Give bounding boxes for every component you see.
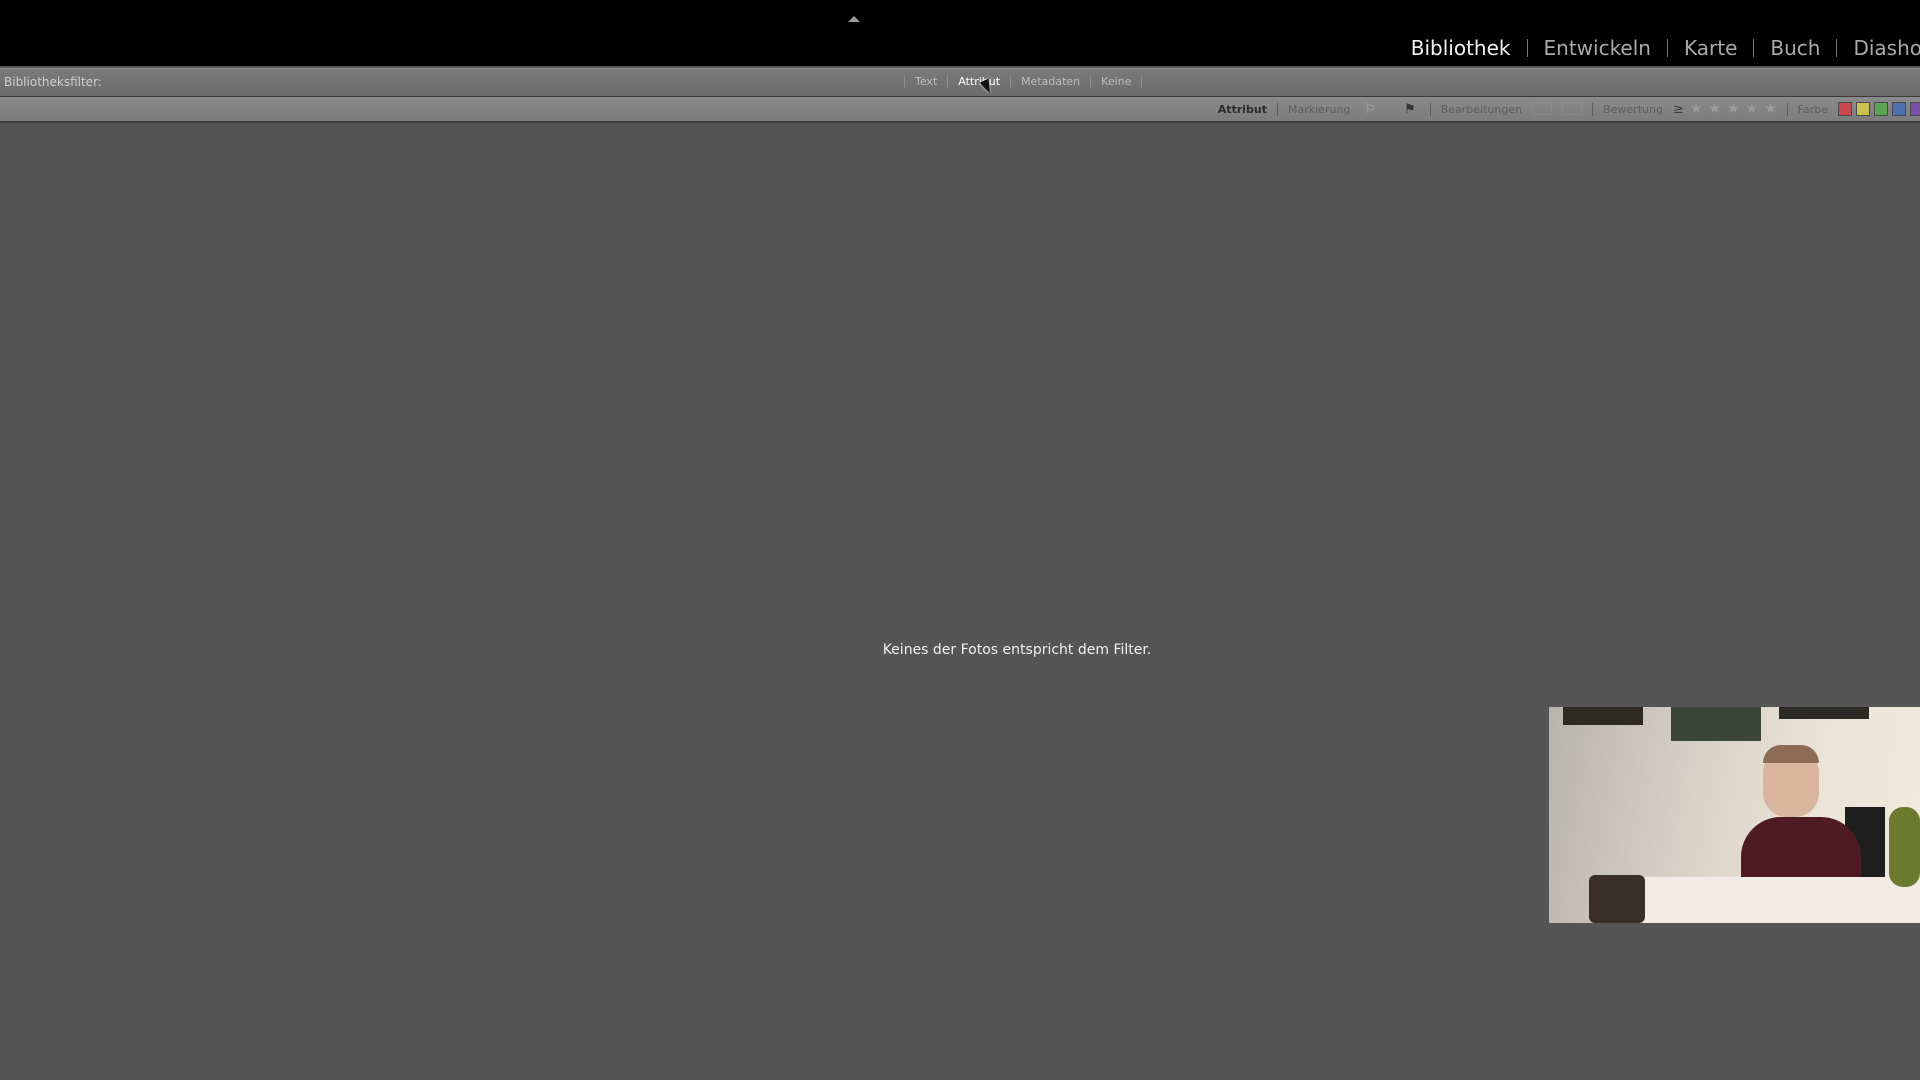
pick-flag-icon[interactable]: ⚑	[1404, 102, 1416, 117]
attribute-separator	[1277, 102, 1278, 116]
library-filter-label: Bibliotheksfilter:	[4, 75, 102, 89]
rating-star-icon[interactable]: ★	[1708, 101, 1721, 117]
rating-label: Bewertung	[1603, 102, 1663, 116]
color-swatch-red[interactable]	[1838, 102, 1852, 116]
color-swatch-green[interactable]	[1874, 102, 1888, 116]
module-diashow[interactable]: Diasho	[1851, 36, 1920, 60]
module-separator	[1526, 39, 1528, 57]
module-separator	[1666, 39, 1668, 57]
rating-operator[interactable]: ≥	[1673, 102, 1684, 117]
color-swatch-blue[interactable]	[1892, 102, 1906, 116]
lightroom-library-window: Bibliothek Entwickeln Karte Buch Diasho …	[0, 0, 1920, 1080]
flag-label: Markierung	[1288, 102, 1351, 116]
attribute-separator	[1786, 102, 1788, 116]
module-picker-bar: Bibliothek Entwickeln Karte Buch Diasho	[0, 0, 1920, 66]
filter-tab-keine[interactable]: Keine	[1091, 75, 1141, 88]
wall-picture	[1671, 707, 1761, 741]
presenter-hair	[1763, 745, 1819, 763]
edits-label: Bearbeitungen	[1440, 102, 1523, 116]
module-list: Bibliothek Entwickeln Karte Buch Diasho	[1409, 36, 1920, 60]
webcam-overlay	[1549, 707, 1920, 923]
rating-star-icon[interactable]: ★	[1690, 101, 1703, 117]
mug	[1589, 875, 1645, 923]
module-separator	[1836, 39, 1838, 57]
edited-filter-icon[interactable]	[1562, 103, 1583, 115]
attribute-separator	[1429, 102, 1431, 116]
unedited-filter-icon[interactable]	[1532, 103, 1553, 115]
plant	[1889, 807, 1920, 887]
desk	[1609, 877, 1920, 923]
empty-filter-message: Keines der Fotos entspricht dem Filter.	[882, 642, 1152, 658]
rating-star-icon[interactable]: ★	[1764, 101, 1777, 117]
collapse-panel-icon[interactable]	[848, 16, 860, 22]
attribute-filter-bar: Attribut Markierung ⚐ ⚑ Bearbeitungen Be…	[0, 97, 1920, 123]
library-filter-bar: Bibliotheksfilter: Text Attribut Metadat…	[0, 68, 1920, 97]
filter-tabs: Text Attribut Metadaten Keine	[904, 75, 1143, 88]
wall-picture	[1563, 707, 1643, 725]
rating-star-icon[interactable]: ★	[1727, 101, 1740, 117]
attribute-filter-row: Attribut Markierung ⚐ ⚑ Bearbeitungen Be…	[1218, 101, 1920, 117]
rating-star-icon[interactable]: ★	[1746, 101, 1759, 117]
module-bibliothek[interactable]: Bibliothek	[1409, 36, 1513, 60]
module-separator	[1753, 39, 1755, 57]
attribute-separator	[1592, 102, 1594, 116]
tab-separator	[1141, 75, 1143, 88]
color-swatch-purple[interactable]	[1910, 102, 1920, 116]
module-buch[interactable]: Buch	[1768, 36, 1822, 60]
unflagged-flag-icon[interactable]: ⚐	[1364, 102, 1376, 117]
module-karte[interactable]: Karte	[1682, 36, 1739, 60]
color-label: Farbe	[1797, 102, 1828, 116]
filter-tab-text[interactable]: Text	[905, 75, 947, 88]
color-swatch-yellow[interactable]	[1856, 102, 1870, 116]
module-entwickeln[interactable]: Entwickeln	[1542, 36, 1653, 60]
wall-picture	[1779, 707, 1869, 719]
attribute-title: Attribut	[1217, 102, 1267, 116]
filter-tab-metadaten[interactable]: Metadaten	[1011, 75, 1090, 88]
